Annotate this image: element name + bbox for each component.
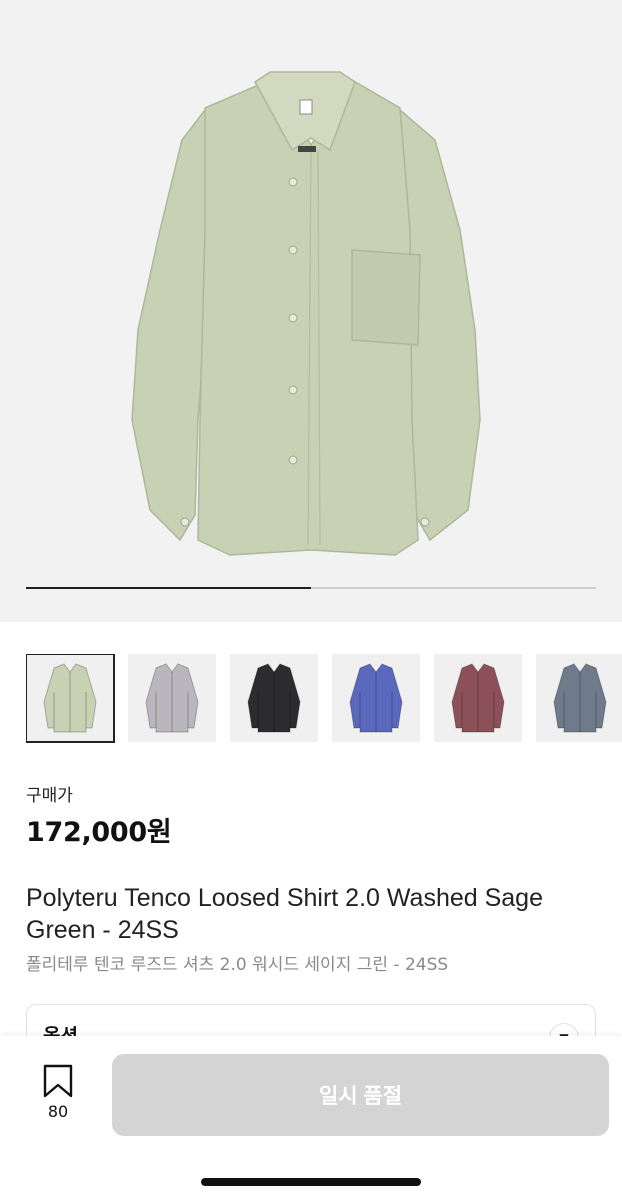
shirt-thumbnail-grey bbox=[145, 663, 199, 733]
shirt-thumbnail-slate bbox=[553, 663, 607, 733]
color-thumbnail-grey[interactable] bbox=[128, 654, 216, 742]
product-image bbox=[131, 71, 481, 556]
color-thumbnail-black[interactable] bbox=[230, 654, 318, 742]
product-title: Polyteru Tenco Loosed Shirt 2.0 Washed S… bbox=[26, 884, 543, 944]
price-label: 구매가 bbox=[26, 786, 73, 806]
sold-out-button[interactable]: 일시 품절 bbox=[112, 1054, 609, 1136]
product-image-carousel[interactable] bbox=[0, 0, 622, 622]
shirt-thumbnail-sage bbox=[43, 663, 97, 733]
bookmark-button[interactable]: 80 bbox=[38, 1064, 78, 1126]
shirt-thumbnail-burgundy bbox=[451, 663, 505, 733]
color-thumbnail-blue[interactable] bbox=[332, 654, 420, 742]
shirt-thumbnail-blue bbox=[349, 663, 403, 733]
bottom-action-bar: 80 일시 품절 bbox=[0, 1036, 622, 1200]
home-indicator bbox=[201, 1178, 421, 1186]
product-subtitle-korean: 폴리테루 텐코 루즈드 셔츠 2.0 워시드 세이지 그린 - 24SS bbox=[26, 955, 449, 975]
image-progress-fill bbox=[26, 587, 311, 589]
shirt-thumbnail-black bbox=[247, 663, 301, 733]
image-progress-track bbox=[26, 587, 596, 589]
color-thumbnail-slate[interactable] bbox=[536, 654, 622, 742]
bookmark-icon bbox=[43, 1064, 73, 1098]
color-thumbnail-burgundy[interactable] bbox=[434, 654, 522, 742]
color-thumbnail-sage[interactable] bbox=[26, 654, 115, 743]
price-value: 172,000원 bbox=[26, 817, 172, 848]
bookmark-count: 80 bbox=[47, 1102, 69, 1121]
color-thumbnail-list bbox=[26, 654, 622, 744]
